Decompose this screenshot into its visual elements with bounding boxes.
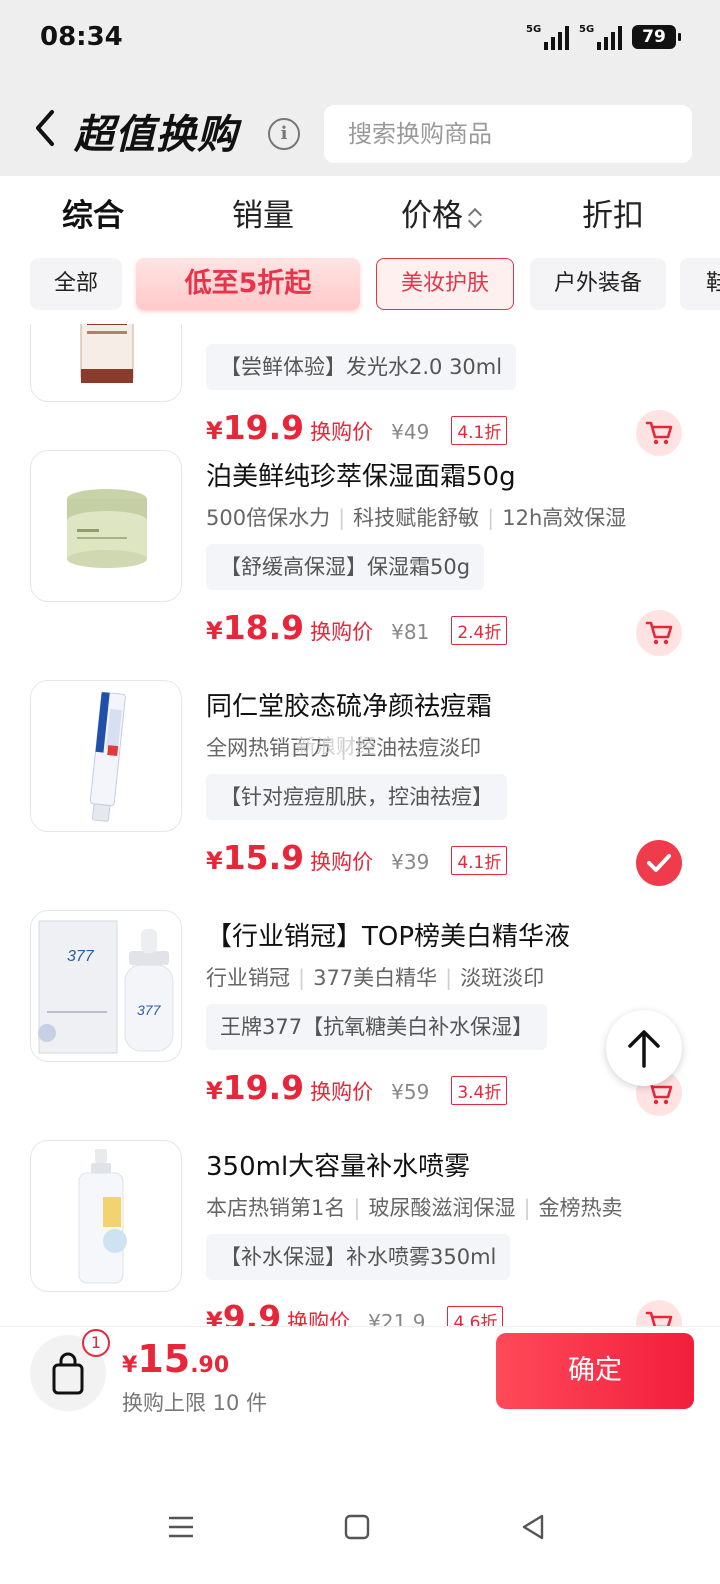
original-price: ¥59 [391, 1080, 430, 1104]
product-tag: 【尝鲜体验】发光水2.0 30ml [206, 344, 517, 390]
product-image: 377 377 [30, 910, 182, 1062]
price-row: ¥19.9 换购价 ¥59 3.4折 [206, 1068, 508, 1112]
price-row: ¥18.9 换购价 ¥81 2.4折 [206, 608, 508, 652]
page-title: 超值换购 [74, 112, 238, 158]
chip-outdoor[interactable]: 户外装备 [530, 258, 666, 310]
status-icons: 5G 5G 79 [526, 24, 681, 50]
price-label: 换购价 [310, 420, 374, 444]
product-list: 【尝鲜体验】发光水2.0 30ml ¥19.9 换购价 ¥49 4.1折 泊美鲜… [0, 324, 720, 1326]
signal-icon: 5G [526, 24, 569, 50]
discount-badge: 2.4折 [451, 615, 508, 645]
product-tag: 【补水保湿】补水喷雾350ml [206, 1234, 511, 1280]
sort-tab-comprehensive[interactable]: 综合 [62, 190, 124, 235]
svg-text:377: 377 [67, 948, 95, 965]
confirm-button[interactable]: 确定 [496, 1333, 694, 1409]
product-title: 350ml大容量补水喷雾 [206, 1152, 471, 1182]
cart-icon [645, 621, 673, 645]
product-item[interactable]: 泊美鲜纯珍萃保湿面霜50g 500倍保水力 | 科技赋能舒敏 | 12h高效保湿 【舒缓… [0, 450, 720, 680]
info-icon[interactable]: i [268, 118, 300, 150]
price-label: 换购价 [287, 1310, 351, 1326]
price-value: 19.9 [222, 1068, 305, 1107]
product-item[interactable]: 350ml大容量补水喷雾 本店热销第1名 | 玻尿酸滋润保湿 | 金榜热卖 【补水保湿】… [0, 1140, 720, 1326]
exchange-limit: 换购上限 10 件 [122, 1391, 268, 1415]
chip-shoes[interactable]: 鞋 [680, 258, 720, 310]
discount-badge: 3.4折 [451, 1075, 508, 1105]
price-label: 换购价 [310, 850, 374, 874]
cart-count-badge: 1 [82, 1329, 110, 1357]
product-title: 泊美鲜纯珍萃保湿面霜50g [206, 462, 516, 492]
cart-icon [645, 1311, 673, 1326]
menu-icon[interactable] [166, 1512, 196, 1542]
header: 超值换购 i 搜索换购商品 [0, 80, 720, 176]
discount-badge: 4.1折 [451, 415, 508, 445]
back-nav-icon[interactable] [518, 1512, 548, 1542]
price-row: ¥15.9 换购价 ¥39 4.1折 [206, 838, 508, 882]
sort-tab-price[interactable]: 价格 [401, 190, 481, 235]
product-tag: 王牌377【抗氧糖美白补水保湿】 [206, 1004, 548, 1050]
home-icon[interactable] [342, 1512, 372, 1542]
product-image [30, 1140, 182, 1292]
chip-beauty[interactable]: 美妆护肤 [376, 258, 514, 310]
product-tag: 【舒缓高保湿】保湿霜50g [206, 544, 485, 590]
system-nav-bar [0, 1420, 720, 1584]
price-row: ¥9.9 换购价 ¥21.9 4.6折 [206, 1298, 504, 1326]
product-features: 500倍保水力 | 科技赋能舒敏 | 12h高效保湿 [206, 506, 627, 530]
product-image [30, 324, 182, 402]
add-to-cart-button[interactable] [636, 1300, 682, 1326]
product-features: 本店热销第1名 | 玻尿酸滋润保湿 | 金榜热卖 [206, 1196, 623, 1220]
arrow-up-icon [628, 1030, 660, 1068]
product-tag: 【针对痘痘肌肤，控油祛痘】 [206, 774, 507, 820]
product-title: 同仁堂胶态硫净颜祛痘霜 [206, 692, 493, 722]
chevron-left-icon [36, 110, 54, 146]
checkout-bar: 1 ¥15.90 换购上限 10 件 确定 [0, 1326, 720, 1420]
product-image [30, 680, 182, 832]
product-features: 行业销冠 | 377美白精华 | 淡斑淡印 [206, 966, 545, 990]
back-to-top-button[interactable] [606, 1010, 682, 1086]
original-price: ¥39 [391, 850, 430, 874]
price-value: 9.9 [222, 1298, 282, 1326]
status-bar: 08:34 5G 5G 79 [0, 0, 720, 80]
price-label: 换购价 [310, 1080, 374, 1104]
price-value: 15.9 [222, 838, 305, 877]
sort-arrows-icon [469, 207, 481, 229]
status-time: 08:34 [40, 22, 123, 52]
original-price: ¥81 [391, 620, 430, 644]
chip-all[interactable]: 全部 [30, 258, 122, 310]
original-price: ¥21.9 [368, 1310, 426, 1326]
discount-badge: 4.6折 [447, 1305, 504, 1326]
product-title: 【行业销冠】TOP榜美白精华液 [206, 922, 571, 952]
back-button[interactable] [28, 108, 64, 148]
category-chips: 全部 低至5折起 美妆护肤 户外装备 鞋 [0, 248, 720, 324]
price-row: ¥19.9 换购价 ¥49 4.1折 [206, 408, 508, 452]
signal-icon-2: 5G [579, 24, 622, 50]
search-input[interactable]: 搜索换购商品 [324, 105, 692, 163]
sort-tab-sales[interactable]: 销量 [232, 190, 294, 235]
price-label: 换购价 [310, 620, 374, 644]
sort-tab-price-label: 价格 [401, 198, 463, 234]
sort-tab-discount[interactable]: 折扣 [582, 190, 644, 235]
battery-icon: 79 [632, 25, 681, 49]
chip-promo[interactable]: 低至5折起 [136, 258, 360, 310]
svg-text:377: 377 [137, 1002, 162, 1018]
price-value: 18.9 [222, 608, 305, 647]
product-image [30, 450, 182, 602]
add-to-cart-button[interactable] [636, 610, 682, 656]
price-value: 19.9 [222, 408, 305, 447]
total-price: ¥15.90 [122, 1337, 230, 1381]
discount-badge: 4.1折 [451, 845, 508, 875]
check-icon [647, 854, 671, 872]
watermark: 新浪财经 [296, 734, 376, 758]
product-item[interactable]: 同仁堂胶态硫净颜祛痘霜 全网热销百万 | 控油祛痘淡印 【针对痘痘肌肤，控油祛痘】 … [0, 680, 720, 910]
sort-bar: 综合 销量 价格 折扣 [0, 176, 720, 248]
selected-check-button[interactable] [636, 840, 682, 886]
original-price: ¥49 [391, 420, 430, 444]
